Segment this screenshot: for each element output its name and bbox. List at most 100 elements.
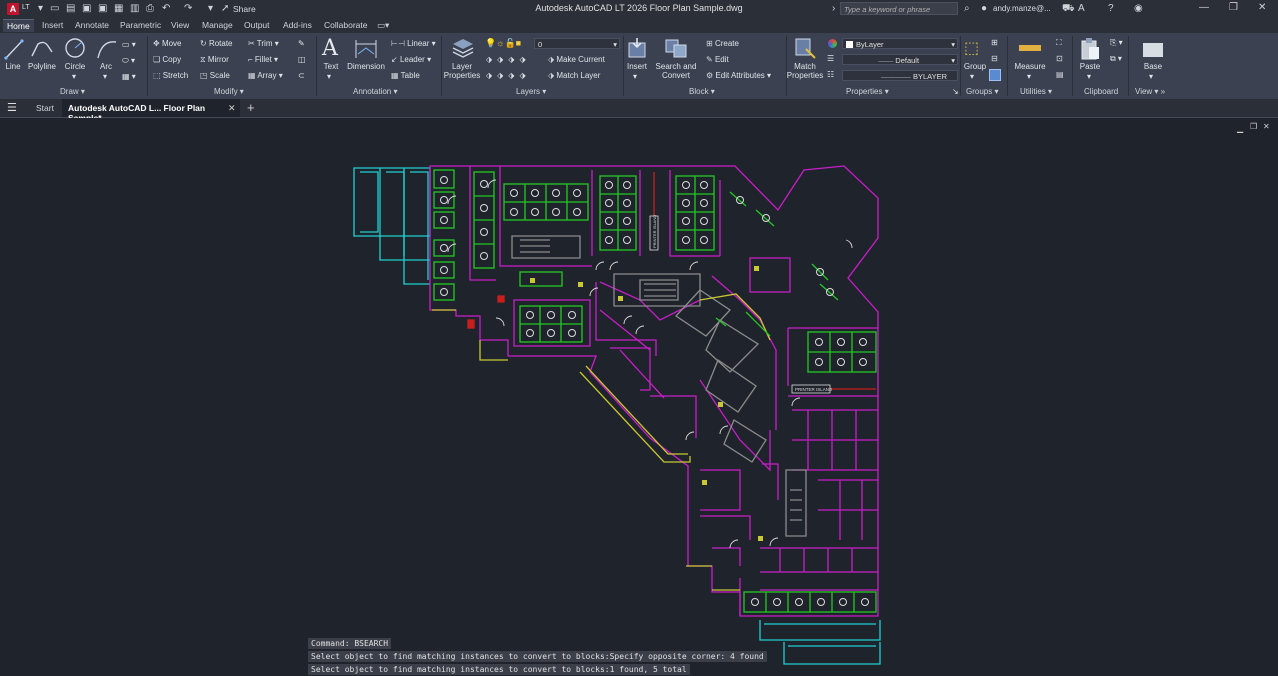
rectangle-icon[interactable]: ▭ ▾	[122, 40, 136, 49]
group-edit-icon[interactable]: ⊟	[991, 54, 998, 63]
arc-dropdown-icon[interactable]: ▾	[103, 72, 107, 81]
layers-panel-label[interactable]: Layers ▾	[516, 87, 546, 96]
explode-icon[interactable]: ◫	[298, 55, 306, 64]
base-dropdown-icon[interactable]: ▾	[1149, 72, 1153, 81]
erase-icon[interactable]: ✎	[298, 39, 305, 48]
select-all-icon[interactable]: ⊡	[1056, 54, 1063, 63]
insert-button[interactable]: Insert	[625, 62, 649, 71]
help-search-input[interactable]: Type a keyword or phrase	[840, 2, 958, 15]
annotation-panel-label[interactable]: Annotation ▾	[353, 87, 398, 96]
hatch-icon[interactable]: ⬭ ▾	[122, 56, 135, 66]
arc-icon[interactable]	[96, 38, 118, 60]
dimension-icon[interactable]	[354, 38, 378, 60]
trim-button[interactable]: ✂ Trim ▾	[248, 39, 279, 48]
move-button[interactable]: ✥ Move	[153, 39, 182, 48]
search-and-convert-button[interactable]: Search and Convert	[654, 62, 698, 80]
lineweight-dropdown[interactable]: ———— BYLAYER	[842, 70, 958, 81]
circle-button[interactable]: Circle	[62, 62, 88, 71]
color-dropdown[interactable]: ByLayer ▾	[842, 38, 958, 49]
stretch-button[interactable]: ⬚ Stretch	[153, 71, 188, 80]
insert-dropdown-icon[interactable]: ▾	[633, 72, 637, 81]
properties-panel-label[interactable]: Properties ▾	[846, 87, 889, 96]
paste-button[interactable]: Paste	[1078, 62, 1102, 71]
layer-tools-row-1-icons[interactable]: ⬗⬗⬗⬗	[486, 55, 531, 64]
tab-manage[interactable]: Manage	[202, 20, 233, 30]
offset-icon[interactable]: ⊂	[298, 71, 305, 80]
block-panel-label[interactable]: Block ▾	[689, 87, 715, 96]
circle-dropdown-icon[interactable]: ▾	[72, 72, 76, 81]
array-button[interactable]: ▦ Array ▾	[248, 71, 283, 80]
ellipse-icon[interactable]: ▦ ▾	[122, 72, 136, 81]
layer-tools-row-2-icons[interactable]: ⬗⬗⬗⬗	[486, 71, 531, 80]
help-icon[interactable]: ?	[1108, 3, 1114, 14]
polyline-button[interactable]: Polyline	[26, 62, 58, 71]
group-icon[interactable]: ⬚	[964, 38, 979, 58]
draw-panel-label[interactable]: Draw ▾	[60, 87, 85, 96]
match-layer-button[interactable]: ⬗ Match Layer	[548, 71, 600, 80]
create-block-button[interactable]: ⊞ Create	[706, 39, 739, 48]
tab-collaborate[interactable]: Collaborate	[324, 20, 367, 30]
layer-dropdown[interactable]: 0 ▾	[534, 38, 620, 49]
text-button[interactable]: Text	[320, 62, 342, 71]
properties-launcher-icon[interactable]: ↘	[952, 87, 959, 96]
paste-icon[interactable]	[1079, 37, 1101, 61]
layer-state-icons[interactable]: 💡☼🔓■	[485, 38, 521, 49]
linear-button[interactable]: ⊢⊣ Linear ▾	[391, 39, 436, 48]
match-properties-button[interactable]: Match Properties	[786, 62, 824, 80]
search-icon[interactable]: ⌕	[964, 3, 970, 14]
start-tab[interactable]: Start	[36, 103, 54, 113]
match-properties-icon[interactable]	[794, 37, 816, 59]
leader-button[interactable]: ↙ Leader ▾	[391, 55, 431, 64]
color-wheel-icon[interactable]	[828, 39, 837, 48]
base-view-button[interactable]: Base	[1140, 62, 1166, 71]
minimize-icon[interactable]: —	[1199, 2, 1209, 13]
copy-clip-icon[interactable]: ⧉ ▾	[1110, 54, 1122, 64]
edit-block-button[interactable]: ✎ Edit	[706, 55, 729, 64]
paste-dropdown-icon[interactable]: ▾	[1087, 72, 1091, 81]
restore-icon[interactable]: ❐	[1229, 2, 1238, 13]
groups-panel-label[interactable]: Groups ▾	[966, 87, 998, 96]
app-store-icon[interactable]: ◉	[1134, 3, 1143, 14]
close-tab-icon[interactable]: ✕	[228, 103, 236, 114]
tab-add-ins[interactable]: Add-ins	[283, 20, 312, 30]
group-dropdown-icon[interactable]: ▾	[970, 72, 974, 81]
circle-icon[interactable]	[64, 37, 86, 59]
make-current-button[interactable]: ⬗ Make Current	[548, 55, 605, 64]
copy-button[interactable]: ❏ Copy	[153, 55, 181, 64]
tab-home[interactable]: Home	[3, 19, 34, 32]
line-icon[interactable]	[4, 38, 24, 60]
drawing-tab-active[interactable]: Autodesk AutoCAD L... Floor Plan Sample*	[62, 99, 240, 123]
polyline-icon[interactable]	[30, 38, 54, 60]
calculator-icon[interactable]: ▤	[1056, 70, 1064, 79]
tab-output[interactable]: Output	[244, 20, 270, 30]
layer-properties-icon[interactable]	[451, 37, 475, 61]
line-button[interactable]: Line	[2, 62, 24, 71]
autodesk-a-icon[interactable]: A	[1078, 3, 1085, 14]
scale-button[interactable]: ◳ Scale	[200, 71, 230, 80]
user-account-label[interactable]: andy.manze@...	[993, 4, 1051, 13]
search-expand-icon[interactable]: ›	[832, 3, 835, 14]
dimension-button[interactable]: Dimension	[346, 62, 386, 71]
tab-annotate[interactable]: Annotate	[75, 20, 109, 30]
modify-panel-label[interactable]: Modify ▾	[214, 87, 244, 96]
cart-icon[interactable]: ⛟	[1062, 3, 1075, 16]
floor-plan-drawing[interactable]: PRINTER ISLAND PRINTER ISLAND	[0, 118, 1278, 676]
ribbon-options-icon[interactable]: ▭▾	[377, 20, 389, 31]
measure-icon[interactable]	[1018, 40, 1042, 56]
fillet-button[interactable]: ⌐ Fillet ▾	[248, 55, 278, 64]
ungroup-icon[interactable]: ⊞	[991, 38, 998, 47]
hamburger-menu-icon[interactable]: ☰	[7, 101, 17, 114]
mirror-button[interactable]: ⧖ Mirror	[200, 55, 229, 65]
rotate-button[interactable]: ↻ Rotate	[200, 39, 233, 48]
layer-properties-button[interactable]: Layer Properties	[442, 62, 482, 80]
text-icon[interactable]: A	[322, 36, 338, 61]
tab-insert[interactable]: Insert	[42, 20, 63, 30]
close-icon[interactable]: ✕	[1258, 2, 1266, 13]
utilities-panel-label[interactable]: Utilities ▾	[1020, 87, 1052, 96]
clipboard-panel-label[interactable]: Clipboard	[1084, 87, 1118, 96]
arc-button[interactable]: Arc	[96, 62, 116, 71]
new-tab-icon[interactable]: +	[247, 100, 255, 115]
measure-button[interactable]: Measure	[1012, 62, 1048, 71]
tab-view[interactable]: View	[171, 20, 189, 30]
group-button[interactable]: Group	[962, 62, 988, 71]
